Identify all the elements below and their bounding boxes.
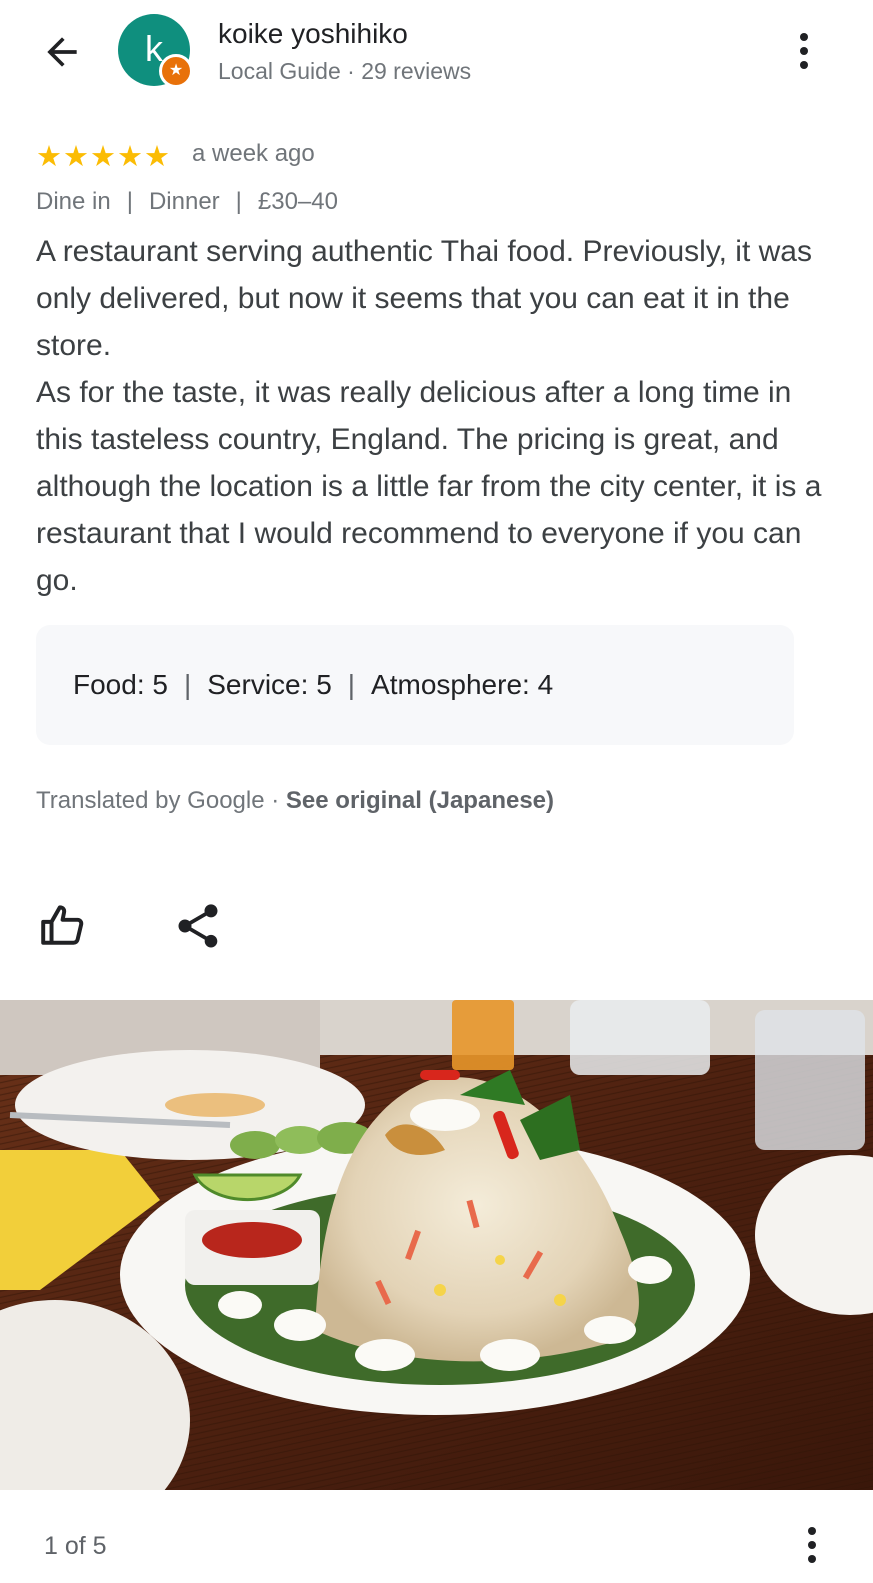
tag-dine-in: Dine in [36, 188, 111, 215]
atmosphere-label: Atmosphere: [371, 669, 530, 700]
translation-note: Translated by Google · See original (Jap… [36, 787, 554, 815]
more-vert-icon [808, 1527, 816, 1563]
review-time: a week ago [192, 140, 315, 167]
back-button[interactable] [36, 26, 88, 78]
food-label: Food: [73, 669, 145, 700]
review-photo[interactable] [0, 1000, 873, 1490]
rating-separator: | [183, 669, 192, 700]
author-avatar[interactable]: k ★ [118, 14, 193, 88]
fried-rice-photo [0, 1000, 873, 1490]
tag-price: £30–40 [257, 188, 338, 215]
arrow-left-icon [47, 37, 77, 67]
share-button[interactable] [172, 900, 224, 952]
more-options-button[interactable] [784, 28, 824, 74]
sub-ratings-box: Food: 5 | Service: 5 | Atmosphere: 4 [36, 625, 794, 745]
author-meta: Local Guide · 29 reviews [218, 58, 472, 84]
review-paragraph: As for the taste, it was really deliciou… [36, 376, 822, 597]
more-vert-icon [800, 33, 808, 69]
review-body: A restaurant serving authentic Thai food… [36, 228, 844, 604]
food-value: 5 [152, 669, 168, 700]
photo-counter: 1 of 5 [44, 1532, 107, 1560]
see-original-link[interactable]: See original (Japanese) [286, 787, 554, 814]
tag-meal: Dinner [148, 188, 220, 215]
local-guide-badge-icon: ★ [159, 54, 193, 88]
author-name[interactable]: koike yoshihiko [218, 18, 408, 50]
share-icon [178, 904, 218, 948]
photo-more-options-button[interactable] [792, 1520, 832, 1570]
sub-ratings-row: Food: 5 | Service: 5 | Atmosphere: 4 [73, 669, 553, 701]
tag-separator: | [235, 188, 242, 215]
tag-separator: | [126, 188, 133, 215]
like-button[interactable] [38, 900, 90, 952]
star-rating: ★★★★★ [36, 141, 171, 173]
translation-prefix: Translated by Google · [36, 787, 286, 814]
thumb-up-icon [41, 905, 84, 945]
service-label: Service: [207, 669, 309, 700]
rating-separator: | [347, 669, 356, 700]
service-value: 5 [316, 669, 332, 700]
atmosphere-value: 4 [537, 669, 554, 700]
review-tags: Dine in | Dinner | £30–40 [36, 188, 338, 216]
review-paragraph: A restaurant serving authentic Thai food… [36, 235, 812, 362]
